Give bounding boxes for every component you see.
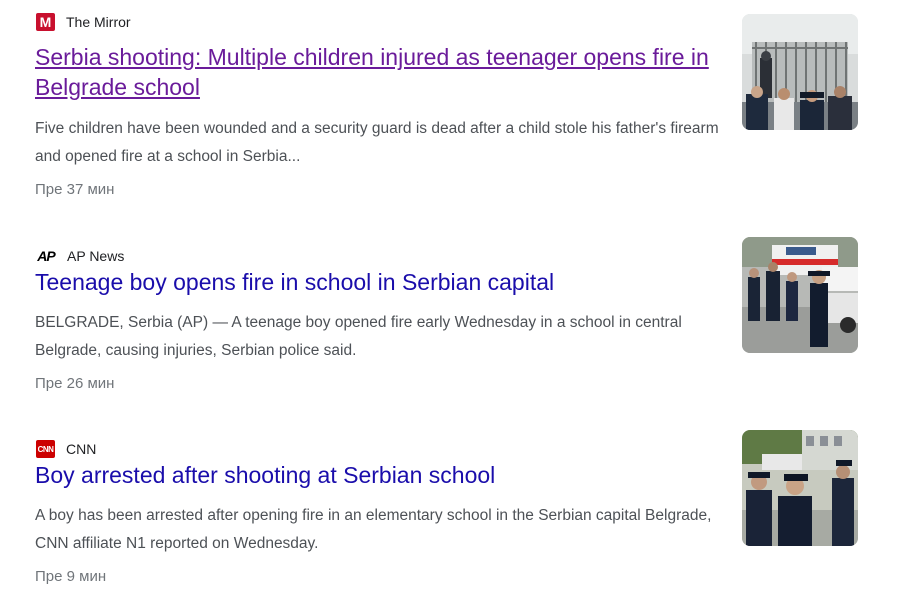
source-row[interactable]: AP AP News [36, 247, 124, 265]
ap-logo-icon: AP [37, 248, 55, 264]
headline-link[interactable]: Boy arrested after shooting at Serbian s… [35, 460, 725, 490]
source-name: The Mirror [66, 14, 131, 30]
photo-police-street-icon [742, 237, 858, 353]
thumbnail-image[interactable] [742, 14, 858, 130]
timestamp: Пре 26 мин [35, 375, 115, 392]
source-row[interactable]: CNN CNN [36, 440, 96, 458]
photo-school-gate-icon [742, 14, 858, 130]
headline-link[interactable]: Serbia shooting: Multiple children injur… [35, 42, 725, 102]
timestamp: Пре 9 мин [35, 568, 107, 585]
snippet: A boy has been arrested after opening fi… [35, 507, 712, 552]
photo-police-officers-icon [742, 430, 858, 546]
timestamp: Пре 37 мин [35, 181, 115, 198]
snippet: Five children have been wounded and a se… [35, 120, 719, 165]
thumbnail-image[interactable] [742, 237, 858, 353]
thumbnail-image[interactable] [742, 430, 858, 546]
mirror-logo-icon: M [36, 13, 55, 31]
snippet: BELGRADE, Serbia (AP) — A teenage boy op… [35, 314, 682, 359]
source-row[interactable]: M The Mirror [36, 13, 131, 31]
cnn-logo-icon: CNN [36, 440, 55, 458]
source-name: CNN [66, 441, 97, 457]
source-name: AP News [67, 248, 125, 264]
headline-link[interactable]: Teenage boy opens fire in school in Serb… [35, 267, 725, 297]
